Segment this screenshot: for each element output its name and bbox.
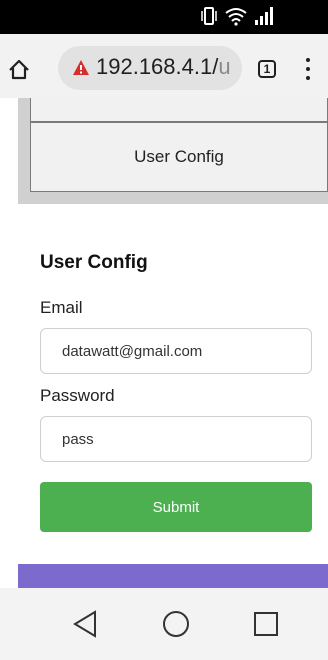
menu-item-partial[interactable] <box>30 98 328 122</box>
footer-band <box>18 564 328 588</box>
url-visible: 192.168.4.1/ <box>96 54 219 79</box>
back-button[interactable] <box>68 606 104 642</box>
submit-button[interactable]: Submit <box>40 482 312 532</box>
navigation-bar <box>0 588 328 660</box>
browser-toolbar: 192.168.4.1/u 1 <box>0 34 328 98</box>
home-circle-icon <box>163 611 189 637</box>
menu-icon <box>306 58 310 62</box>
home-icon <box>9 59 29 80</box>
url-text: 192.168.4.1/u <box>96 54 231 80</box>
tabs-button[interactable]: 1 <box>258 60 276 78</box>
password-label: Password <box>40 386 115 405</box>
signal-icon <box>255 7 273 25</box>
password-field[interactable] <box>40 416 312 462</box>
recents-button[interactable] <box>248 606 284 642</box>
back-icon <box>73 610 96 638</box>
home-nav-button[interactable] <box>158 606 194 642</box>
vibrate-icon <box>201 7 217 25</box>
wifi-icon <box>225 8 247 26</box>
email-field[interactable] <box>40 328 312 374</box>
tab-count: 1 <box>263 62 271 76</box>
url-faded: u <box>218 54 231 79</box>
page-menu-panel: User Config <box>18 98 328 204</box>
status-bar <box>0 0 328 34</box>
email-label: Email <box>40 298 83 317</box>
home-button[interactable] <box>4 54 34 84</box>
address-bar[interactable]: 192.168.4.1/u <box>58 46 242 90</box>
menu-item-user-config[interactable]: User Config <box>30 122 328 192</box>
menu-button[interactable] <box>304 58 312 80</box>
recents-icon <box>254 612 278 636</box>
warning-icon <box>73 60 89 75</box>
status-icons <box>200 6 276 26</box>
form-title: User Config <box>40 252 148 273</box>
